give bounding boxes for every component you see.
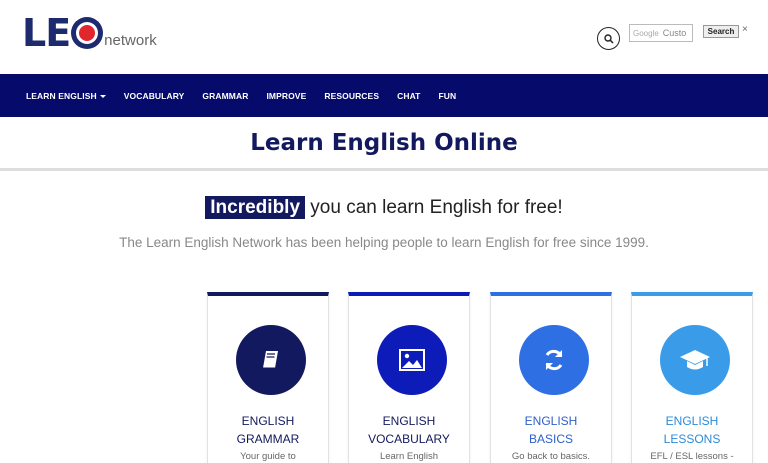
logo-network-text: network	[104, 32, 157, 49]
card-description: Your guide to	[240, 451, 296, 462]
logo-o-target-icon	[71, 17, 104, 49]
site-logo[interactable]: LE network	[22, 12, 157, 52]
headline-text: you can learn English for free!	[305, 197, 563, 218]
book-icon	[263, 351, 278, 369]
nav-item-learn-english[interactable]: LEARN ENGLISH	[26, 91, 106, 101]
nav-item-chat[interactable]: CHAT	[397, 91, 420, 101]
search-icon[interactable]	[597, 27, 620, 50]
search-input[interactable]: Google Custo	[629, 24, 693, 42]
nav-item-fun[interactable]: FUN	[438, 91, 456, 101]
card-title-line1: ENGLISH	[524, 414, 578, 428]
card-icon-circle	[236, 325, 306, 395]
title-band: Learn English Online	[0, 117, 768, 171]
card-icon-circle	[377, 325, 447, 395]
search-input-value: Custo	[662, 28, 687, 38]
image-icon	[399, 349, 425, 371]
card-title-line2: GRAMMAR	[236, 432, 300, 446]
nav-item-resources[interactable]: RESOURCES	[324, 91, 379, 101]
refresh-icon	[545, 349, 563, 371]
card-icon-circle	[519, 325, 589, 395]
card-english-grammar[interactable]: ENGLISH GRAMMAR Your guide to	[207, 292, 329, 463]
card-description: Go back to basics.	[511, 451, 591, 462]
close-icon[interactable]: ×	[742, 24, 748, 35]
card-title-line1: ENGLISH	[241, 414, 295, 428]
subheadline: The Learn English Network has been helpi…	[119, 235, 649, 250]
nav-item-vocabulary[interactable]: VOCABULARY	[124, 91, 185, 101]
page-title: Learn English Online	[250, 129, 518, 156]
google-label: Google	[633, 28, 659, 38]
graduation-cap-icon	[680, 350, 710, 370]
card-description: EFL / ESL lessons -	[650, 451, 734, 462]
logo-text: LE	[22, 11, 71, 55]
card-title-line2: LESSONS	[663, 432, 721, 446]
card-title-line2: VOCABULARY	[368, 432, 450, 446]
card-title-line1: ENGLISH	[382, 414, 436, 428]
card-description: Learn English	[379, 451, 439, 462]
card-title-line2: BASICS	[528, 432, 573, 446]
main-navigation: LEARN ENGLISH VOCABULARY GRAMMAR IMPROVE…	[0, 74, 768, 117]
card-english-lessons[interactable]: ENGLISH LESSONS EFL / ESL lessons -	[631, 292, 753, 463]
nav-item-improve[interactable]: IMPROVE	[266, 91, 306, 101]
search-button[interactable]: Search	[703, 25, 739, 38]
card-english-vocabulary[interactable]: ENGLISH VOCABULARY Learn English	[348, 292, 470, 463]
caret-down-icon	[99, 94, 106, 98]
card-icon-circle	[660, 325, 730, 395]
card-english-basics[interactable]: ENGLISH BASICS Go back to basics.	[490, 292, 612, 463]
nav-item-grammar[interactable]: GRAMMAR	[202, 91, 248, 101]
headline: Incredibly you can learn English for fre…	[0, 196, 768, 219]
headline-highlight: Incredibly	[205, 196, 306, 219]
card-title-line1: ENGLISH	[665, 414, 719, 428]
site-header: LE network Google Custo Search ×	[0, 0, 768, 74]
